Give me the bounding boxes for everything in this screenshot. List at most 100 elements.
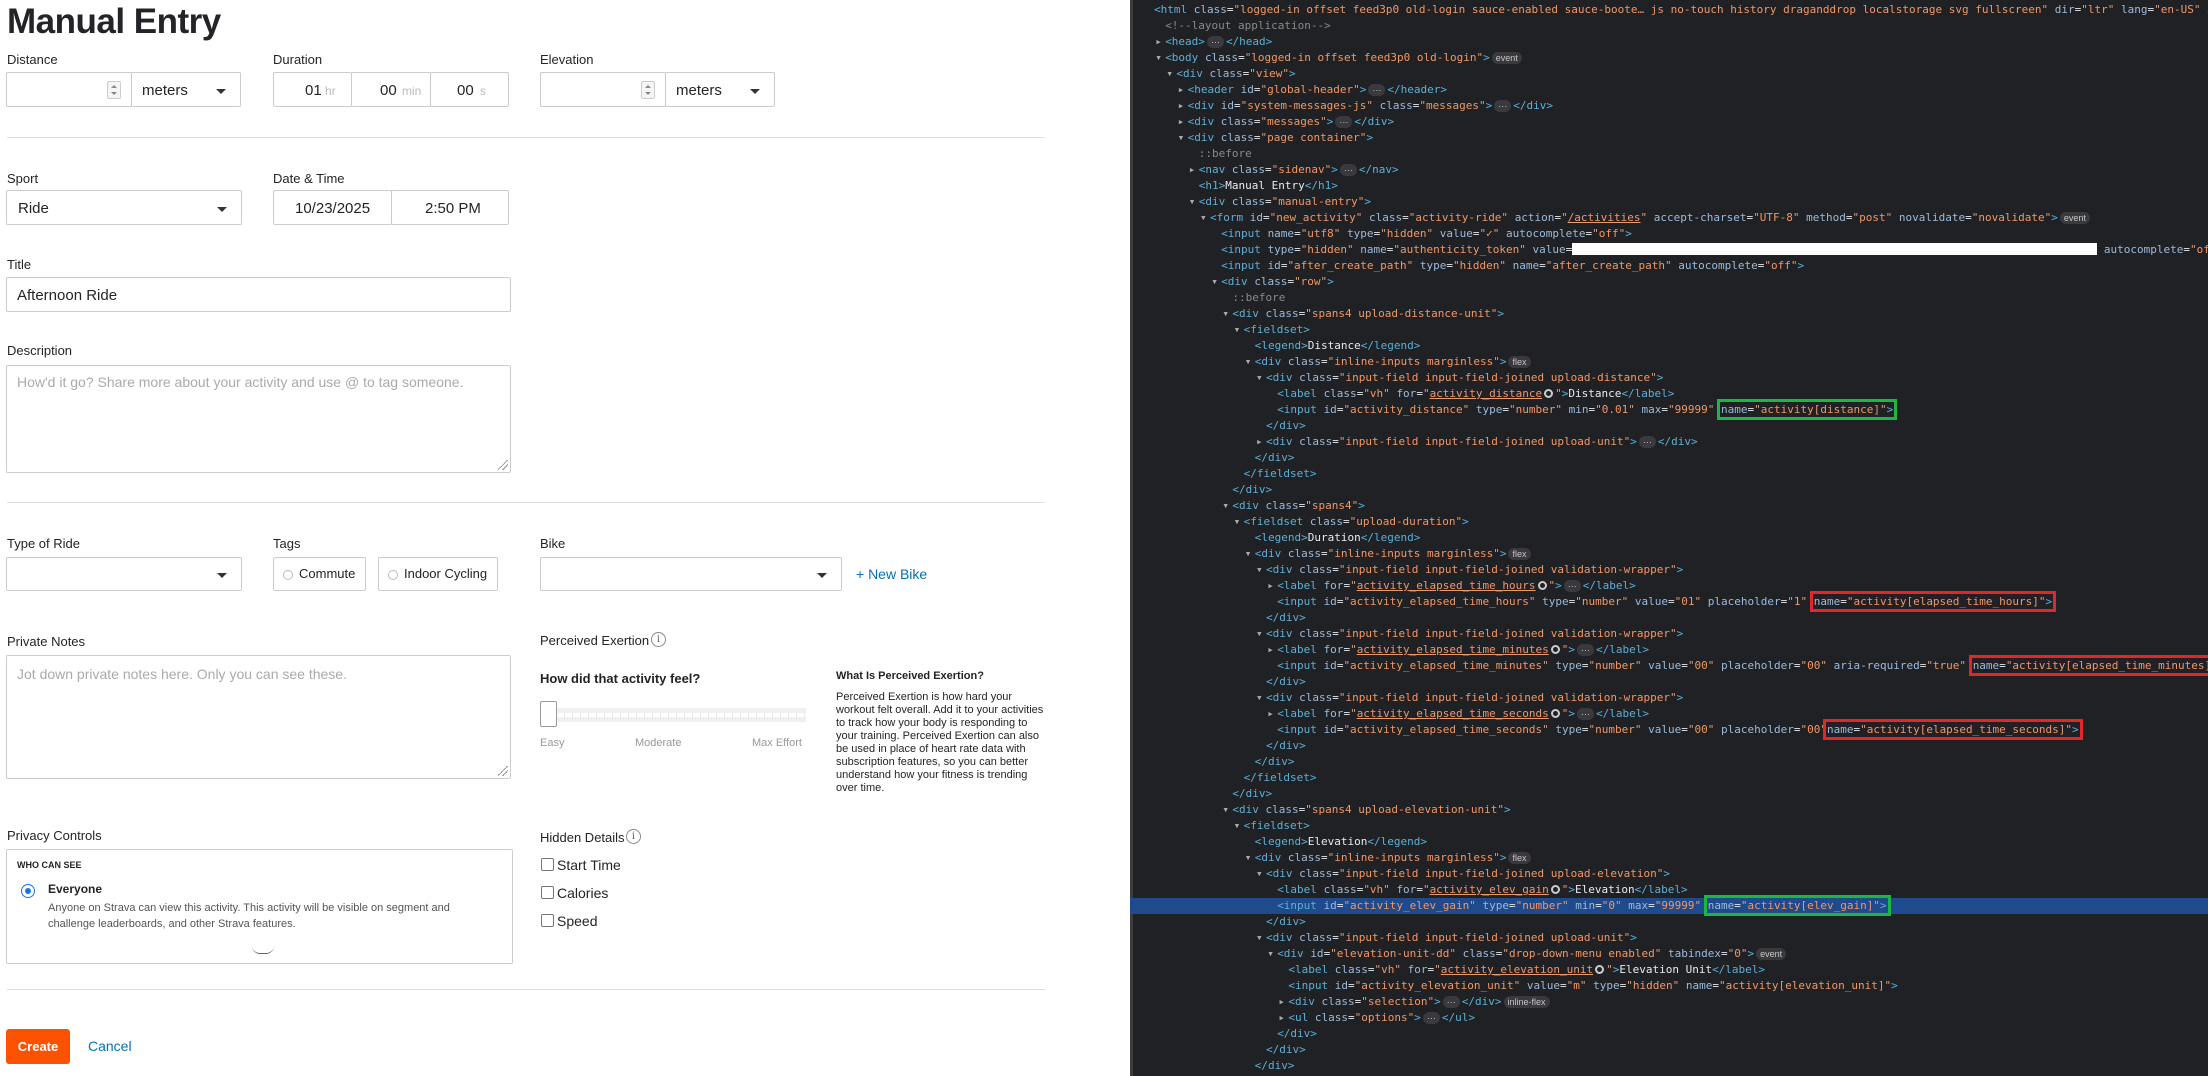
info-icon[interactable]: i [626,829,641,844]
dom-tree-line[interactable]: </div> [1130,914,2208,930]
expand-triangle-icon[interactable]: ▸ [1278,1010,1288,1026]
dom-tree-line[interactable]: <input id="activity_elapsed_time_seconds… [1130,719,2208,740]
cancel-link[interactable]: Cancel [88,1038,132,1054]
dom-tree-line[interactable]: <html class="logged-in offset feed3p0 ol… [1130,2,2208,18]
tag-commute[interactable]: Commute [273,557,367,591]
dom-tree-line[interactable]: ▾ <div class="spans4 upload-elevation-uni… [1130,802,2208,818]
dom-tree-line[interactable]: ▾ <fieldset> [1130,322,2208,338]
calories-checkbox[interactable] [541,886,554,899]
dom-tree-line[interactable]: ▸ <nav class="sidenav"> ··· </nav> [1130,162,2208,178]
dom-tree-line[interactable]: ▾ <div id="elevation-unit-dd" class="drop… [1130,946,2208,962]
new-bike-link[interactable]: + New Bike [856,566,927,582]
dom-tree-line[interactable]: ▸ <label for="activity_elapsed_time_minut… [1130,642,2208,658]
dom-tree-line[interactable]: </div> [1130,738,2208,754]
speed-checkbox[interactable] [541,914,554,927]
dom-tree-line[interactable]: </div> [1130,450,2208,466]
expand-triangle-icon[interactable]: ▸ [1178,114,1188,130]
dom-tree-line[interactable]: ▾ <div class="inline-inputs marginless"> f… [1130,354,2208,370]
dom-tree-line[interactable]: <!--layout application--> [1130,18,2208,34]
duration-minutes-input[interactable]: 00 min [351,72,431,107]
collapse-triangle-icon[interactable]: ▾ [1189,194,1199,210]
dom-tree-line[interactable]: <label class="vh" for="activity_elev_gai… [1130,882,2208,898]
dom-tree-line[interactable]: ▸ <div class="input-field input-field-joi… [1130,434,2208,450]
expand-triangle-icon[interactable]: ▸ [1278,994,1288,1010]
expand-triangle-icon[interactable]: ▸ [1267,578,1277,594]
dom-tree-line[interactable]: <input id="activity_elapsed_time_minutes… [1130,655,2208,676]
dom-tree-line[interactable]: ::before [1130,290,2208,306]
dom-tree-line[interactable]: ▾ <div class="input-field input-field-joi… [1130,370,2208,386]
dom-tree-line[interactable]: </div> [1130,754,2208,770]
dom-tree-line[interactable]: <input id="activity_elev_gain" type="num… [1130,895,2208,916]
dom-tree-line[interactable]: ▾ <div class="inline-inputs marginless"> f… [1130,850,2208,866]
distance-input[interactable] [6,72,132,107]
dom-tree-line[interactable]: <input id="activity_elapsed_time_hours" … [1130,591,2208,612]
collapse-triangle-icon[interactable]: ▾ [1222,802,1232,818]
dom-tree-line[interactable]: </fieldset> [1130,770,2208,786]
dom-tree-line[interactable]: ▾ <div class="input-field input-field-joi… [1130,690,2208,706]
collapse-triangle-icon[interactable]: ▾ [1245,546,1255,562]
collapse-triangle-icon[interactable]: ▾ [1166,66,1176,82]
collapse-triangle-icon[interactable]: ▾ [1245,354,1255,370]
dom-tree-line[interactable]: <input id="after_create_path" type="hidd… [1130,258,2208,274]
collapse-triangle-icon[interactable]: ▾ [1256,866,1266,882]
collapse-triangle-icon[interactable]: ▾ [1222,306,1232,322]
time-input[interactable]: 2:50 PM [391,190,509,225]
collapse-triangle-icon[interactable]: ▾ [1234,322,1244,338]
dom-tree-line[interactable]: ▾ <body class="logged-in offset feed3p0 o… [1130,50,2208,66]
expand-chevron-icon[interactable] [252,946,274,954]
collapse-triangle-icon[interactable]: ▾ [1267,946,1277,962]
dom-tree-line[interactable]: <legend>Distance</legend> [1130,338,2208,354]
dom-tree-line[interactable]: ▾ <div class="spans4 upload-distance-unit… [1130,306,2208,322]
dom-tree-line[interactable]: <label class="vh" for="activity_distance… [1130,386,2208,402]
dom-tree-line[interactable]: ▸ <div id="system-messages-js" class="mes… [1130,98,2208,114]
dom-tree-line[interactable]: ▾ <div class="inline-inputs marginless"> f… [1130,546,2208,562]
bike-select[interactable] [540,557,842,591]
expand-triangle-icon[interactable]: ▸ [1189,162,1199,178]
type-of-ride-select[interactable] [6,557,242,591]
dom-tree-line[interactable]: ▸ <ul class="options"> ··· </ul> [1130,1010,2208,1026]
dom-tree-line[interactable]: ▾ <div class="input-field input-field-joi… [1130,562,2208,578]
expand-triangle-icon[interactable]: ▸ [1267,706,1277,722]
dom-tree-line[interactable]: ▾ <div class="input-field input-field-joi… [1130,930,2208,946]
elevation-unit-select[interactable]: meters [665,72,775,107]
dom-tree-line[interactable]: <input name="utf8" type="hidden" value="… [1130,226,2208,242]
dom-tree-line[interactable]: ▸ <div class="selection"> ··· </div> inline-… [1130,994,2208,1010]
exertion-slider-handle[interactable] [540,701,557,727]
spinner-icon[interactable] [641,81,655,99]
resize-handle-icon[interactable] [498,766,508,776]
dom-tree-line[interactable]: ▾ <div class="view"> [1130,66,2208,82]
collapse-triangle-icon[interactable]: ▾ [1245,850,1255,866]
dom-tree-line[interactable]: ▾ <fieldset> [1130,818,2208,834]
expand-triangle-icon[interactable]: ▸ [1178,98,1188,114]
expand-triangle-icon[interactable]: ▸ [1256,434,1266,450]
dom-tree-line[interactable]: </div> [1130,1058,2208,1074]
description-textarea[interactable]: How'd it go? Share more about your activ… [6,365,511,473]
collapse-triangle-icon[interactable]: ▾ [1256,562,1266,578]
expand-triangle-icon[interactable]: ▸ [1155,34,1165,50]
dom-tree-line[interactable]: ▾ <div class="input-field input-field-joi… [1130,866,2208,882]
dom-tree-line[interactable]: </div> [1130,1026,2208,1042]
start-time-checkbox[interactable] [541,858,554,871]
resize-handle-icon[interactable] [498,460,508,470]
dom-tree-line[interactable]: ▸ <header id="global-header"> ··· </header> [1130,82,2208,98]
dom-tree-line[interactable]: ▸ <label for="activity_elapsed_time_secon… [1130,706,2208,722]
expand-triangle-icon[interactable]: ▸ [1178,82,1188,98]
collapse-triangle-icon[interactable]: ▾ [1200,210,1210,226]
dom-tree-line[interactable]: <label class="vh" for="activity_elevatio… [1130,962,2208,978]
sport-select[interactable]: Ride [6,190,242,225]
dom-tree-line[interactable]: </fieldset> [1130,466,2208,482]
distance-unit-select[interactable]: meters [131,72,241,107]
collapse-triangle-icon[interactable]: ▾ [1234,818,1244,834]
dom-tree-line[interactable]: <input id="activity_distance" type="numb… [1130,399,2208,420]
expand-triangle-icon[interactable]: ▸ [1267,642,1277,658]
duration-seconds-input[interactable]: 00 s [430,72,509,107]
collapse-triangle-icon[interactable]: ▾ [1256,930,1266,946]
dom-tree-line[interactable]: ▾ <div class="input-field input-field-joi… [1130,626,2208,642]
create-button[interactable]: Create [6,1029,70,1064]
dom-tree-line[interactable]: ▾ <div class="page container"> [1130,130,2208,146]
tag-indoor-cycling[interactable]: Indoor Cycling [378,557,499,591]
dom-tree-line[interactable]: <legend>Elevation</legend> [1130,834,2208,850]
collapse-triangle-icon[interactable]: ▾ [1256,370,1266,386]
dom-tree-line[interactable]: </div> [1130,1042,2208,1058]
title-input[interactable]: Afternoon Ride [6,277,511,312]
